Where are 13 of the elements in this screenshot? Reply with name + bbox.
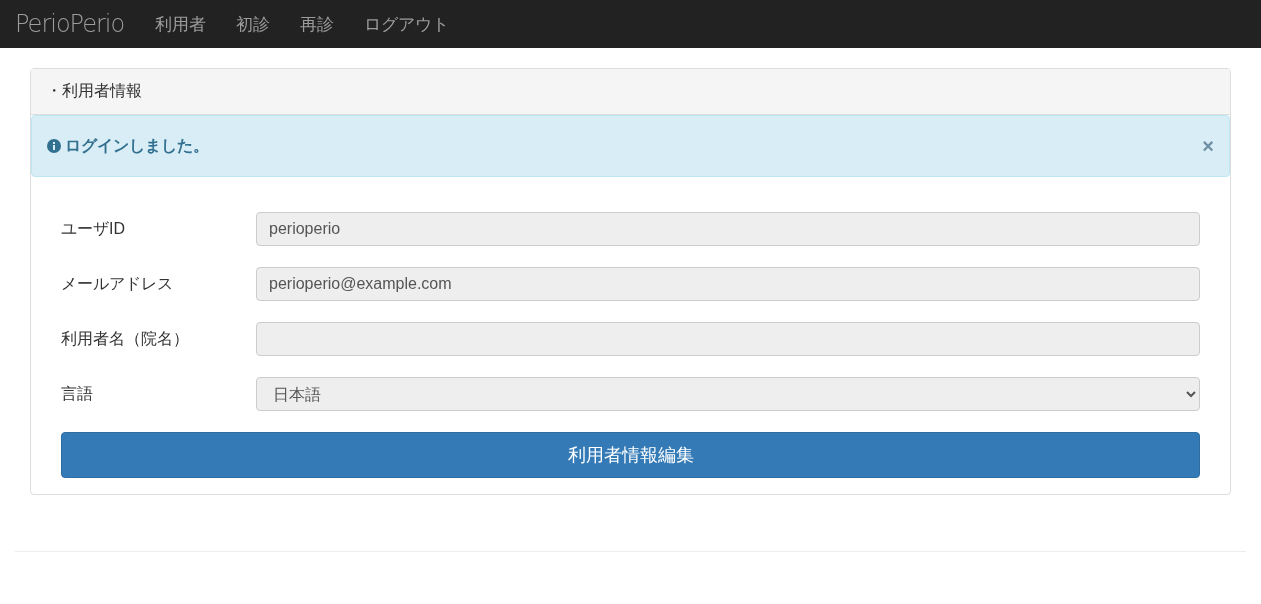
field-label: 言語 <box>61 383 94 404</box>
nav-link[interactable]: ログアウト <box>349 12 465 36</box>
nav-link[interactable]: 初診 <box>221 12 286 36</box>
field-label: メールアドレス <box>61 273 174 294</box>
field-label: ユーザID <box>61 218 126 239</box>
edit-button[interactable]: 利用者情報編集 <box>61 432 1200 478</box>
panel-heading: ・利用者情報 <box>31 69 1230 115</box>
nav-link[interactable]: 利用者 <box>140 12 222 36</box>
info-icon <box>47 139 61 153</box>
alert-message: ログインしました。 <box>47 135 209 157</box>
nav-link[interactable]: 再診 <box>285 12 350 36</box>
field-label: 利用者名（院名） <box>61 328 190 349</box>
brand-logo[interactable]: PerioPerio <box>15 10 125 38</box>
